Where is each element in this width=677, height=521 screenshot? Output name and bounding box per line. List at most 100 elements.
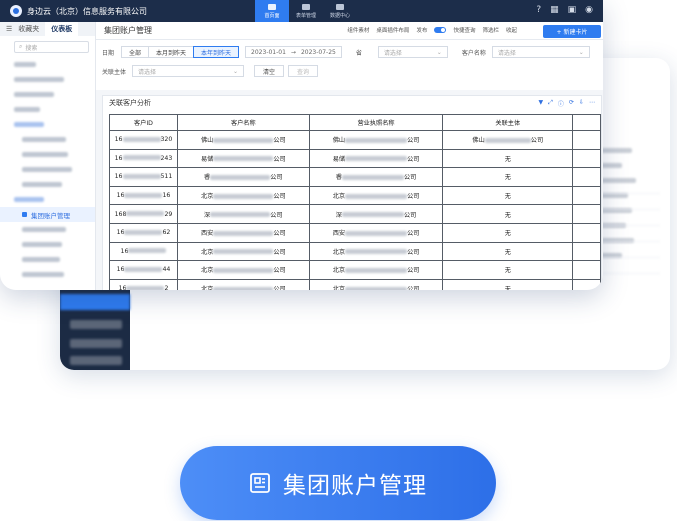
- cell-text-start: 16: [116, 266, 125, 274]
- notification-icon[interactable]: ▣: [568, 5, 577, 15]
- table-row[interactable]: 16 16 北京 公司 北京 公司无: [109, 185, 601, 206]
- sidebar-search-input[interactable]: ⌕ 搜索: [14, 41, 89, 53]
- panel-title: 关联客户分析: [109, 99, 151, 107]
- filter-area: 日期 全部 本月到昨天 本年到昨天 2023-01-01 → 2023-07-2…: [96, 40, 603, 90]
- redacted-text: [484, 137, 531, 143]
- tab-home[interactable]: 首页面: [255, 0, 289, 22]
- component-assets-button[interactable]: 组件素材: [347, 26, 369, 34]
- collapse-button[interactable]: 收起: [506, 26, 517, 34]
- cell-text-start: 168: [114, 210, 127, 218]
- publish-toggle[interactable]: [434, 27, 447, 33]
- quick-query-button[interactable]: 快捷查询: [453, 26, 475, 34]
- table-row[interactable]: 16 243 易储 公司 易储 公司 无: [109, 148, 601, 169]
- more-icon[interactable]: ⋯: [589, 99, 595, 108]
- cell-text-end: 243: [160, 154, 173, 162]
- group-account-button[interactable]: 集团账户管理: [180, 446, 496, 520]
- sidebar-item[interactable]: [0, 87, 95, 102]
- column-header[interactable]: 关联主体: [442, 114, 574, 131]
- sidebar-item[interactable]: [0, 267, 95, 282]
- clear-button[interactable]: 清空: [254, 65, 285, 77]
- grid-icon[interactable]: ▦: [550, 5, 559, 15]
- help-icon[interactable]: ?: [536, 5, 541, 15]
- cell-text-start: 16: [120, 247, 129, 255]
- sidebar-item[interactable]: [0, 222, 95, 237]
- segment-month-to-yesterday[interactable]: 本月到昨天: [148, 46, 195, 58]
- cell-text-end: 无: [504, 286, 511, 290]
- column-header[interactable]: 营业执照名称: [308, 114, 444, 131]
- segment-year-to-yesterday[interactable]: 本年到昨天: [193, 46, 240, 58]
- sidebar-item[interactable]: [0, 177, 95, 192]
- table-cell: 北京 公司: [308, 260, 444, 280]
- sidebar-item[interactable]: [0, 57, 95, 72]
- customer-select[interactable]: 请选择 ⌄: [491, 46, 590, 58]
- table-row[interactable]: 16 511 睿公司睿公司无: [109, 167, 601, 187]
- search-icon: ⌕: [19, 43, 23, 50]
- table-row[interactable]: 16 320 佛山 公司 佛山 公司 佛山 公司: [109, 130, 601, 150]
- filter-icon[interactable]: ▼: [538, 99, 543, 108]
- tab-dashboard[interactable]: 仪表板: [45, 22, 79, 36]
- customer-placeholder: 请选择: [497, 49, 516, 57]
- sidebar-item[interactable]: [0, 102, 95, 117]
- background-sidebar-item: [70, 339, 122, 348]
- expand-icon[interactable]: ⤢: [548, 99, 553, 108]
- table-cell: 无: [442, 148, 574, 169]
- sidebar-item[interactable]: [0, 192, 95, 207]
- sidebar-item[interactable]: [0, 162, 95, 177]
- table-row[interactable]: 16 2 北京 公司 北京 公司 无: [109, 278, 601, 290]
- desktop-layout-button[interactable]: 桌面插件布局: [376, 26, 409, 34]
- query-button[interactable]: 查询: [288, 65, 319, 77]
- column-header[interactable]: 客户ID: [109, 114, 178, 131]
- table-cell-extra: [572, 130, 601, 150]
- cell-text-start: 16: [114, 154, 123, 162]
- table-row[interactable]: 16 62 西安 公司 西安 公司无: [109, 222, 601, 243]
- cell-text-end: 公司: [530, 137, 544, 145]
- table-cell: 北京 公司: [176, 185, 310, 206]
- table-cell: 佛山 公司: [308, 130, 444, 150]
- cell-text-end: 公司: [407, 193, 420, 201]
- tab-data-center[interactable]: 数据中心: [323, 0, 357, 22]
- cell-text-start: 16: [114, 173, 123, 181]
- export-icon[interactable]: ⇩: [579, 99, 584, 108]
- info-icon[interactable]: ⓘ: [558, 99, 564, 108]
- chart-icon: [268, 3, 276, 10]
- sidebar-item[interactable]: [0, 72, 95, 87]
- cell-text-start: 北京: [332, 248, 346, 256]
- database-icon: [336, 3, 344, 10]
- sidebar-item[interactable]: [0, 117, 95, 132]
- cell-text-end: 公司: [273, 193, 286, 201]
- refresh-icon[interactable]: ⟳: [569, 99, 574, 108]
- province-select[interactable]: 请选择 ⌄: [377, 46, 448, 58]
- segment-all[interactable]: 全部: [121, 46, 150, 58]
- table-row[interactable]: 168 29 深公司深公司无: [109, 204, 601, 224]
- tab-favorites[interactable]: 收藏夹: [12, 22, 45, 36]
- table-cell: 168 29: [109, 204, 178, 224]
- sidebar-item[interactable]: [0, 237, 95, 252]
- table-row[interactable]: 16 北京 公司 北京 公司 无: [109, 241, 601, 262]
- related-select[interactable]: 请选择 ⌄: [132, 65, 244, 77]
- redacted-text: [213, 193, 274, 199]
- table-cell: 无: [442, 167, 574, 187]
- province-placeholder: 请选择: [383, 49, 402, 57]
- sidebar-item-group-account[interactable]: 集团账户管理: [0, 207, 95, 222]
- tab-forms[interactable]: 表单管理: [289, 0, 323, 22]
- column-header[interactable]: 客户名称: [176, 114, 310, 131]
- date-range-picker[interactable]: 2023-01-01 → 2023-07-25: [245, 46, 342, 58]
- redacted-text: [213, 137, 274, 143]
- filter-bar-button[interactable]: 筛选栏: [482, 26, 499, 34]
- cell-text-end: 公司: [270, 211, 283, 219]
- redacted-text: [341, 212, 404, 218]
- company-name: 身边云（北京）信息服务有限公司: [27, 6, 147, 16]
- panel-tools: ▼ ⤢ ⓘ ⟳ ⇩ ⋯: [538, 99, 595, 108]
- sidebar-item[interactable]: [0, 147, 95, 162]
- table-row[interactable]: 16 44 北京 公司 北京 公司无: [109, 260, 601, 280]
- table-cell: 北京 公司: [308, 185, 444, 206]
- table-cell: 深公司: [176, 204, 310, 224]
- new-card-button[interactable]: + 新建卡片: [543, 25, 601, 38]
- sidebar-item[interactable]: [0, 132, 95, 147]
- page-header: 集团账户管理 组件素材 桌面插件布局 发布 快捷查询 筛选栏 收起 + 新建卡片: [96, 22, 603, 40]
- table-cell: 无: [442, 241, 574, 262]
- table-cell: 无: [442, 278, 574, 290]
- sidebar-item[interactable]: [0, 252, 95, 267]
- user-icon[interactable]: ◉: [585, 5, 593, 15]
- table-cell: 16 243: [109, 148, 178, 169]
